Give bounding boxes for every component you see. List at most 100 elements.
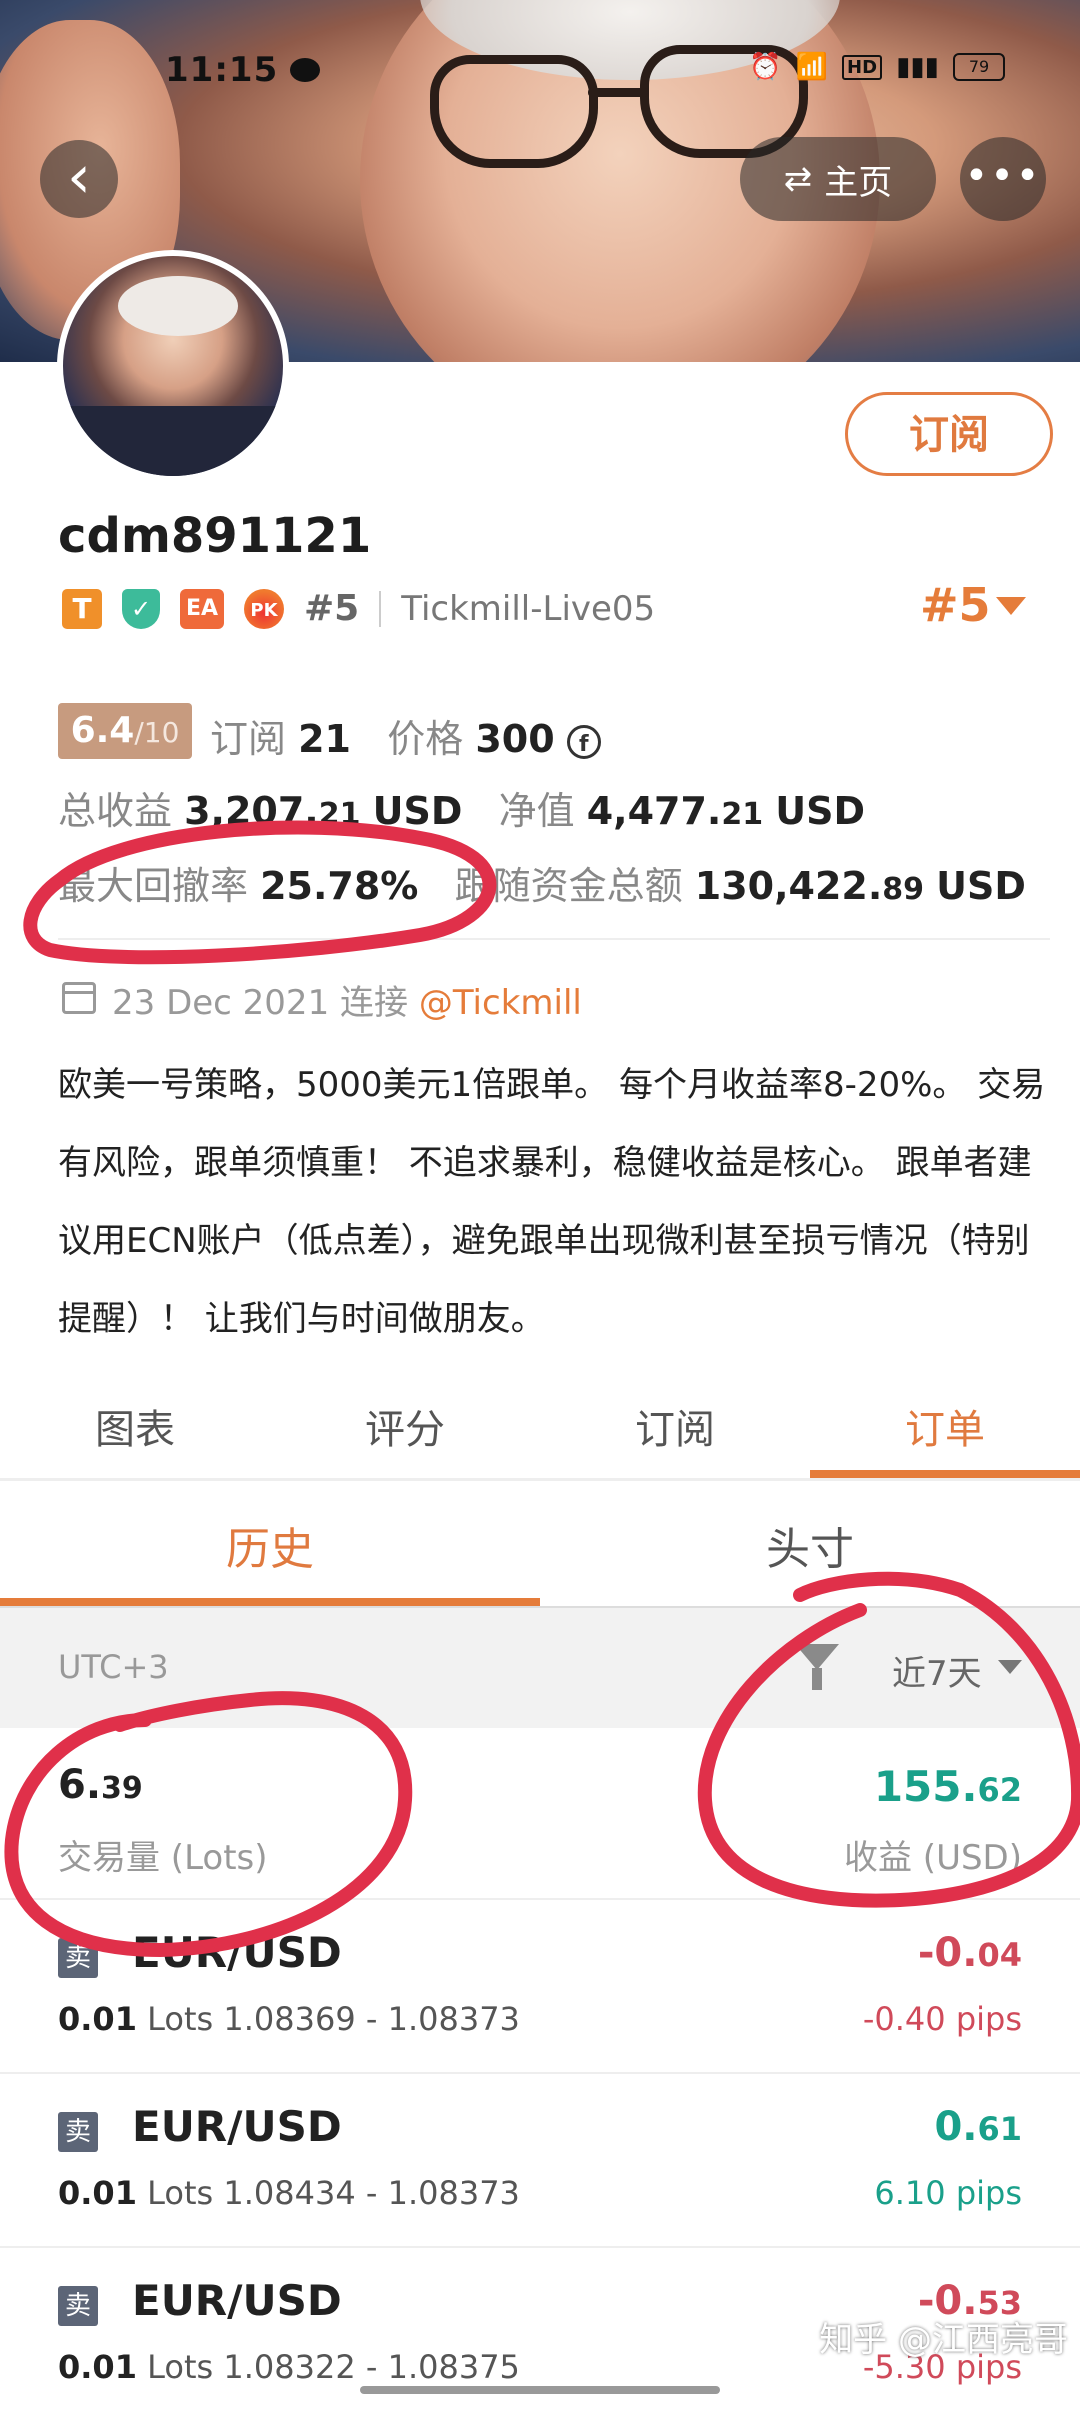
order-pair: EUR/USD (132, 2276, 342, 2325)
order-prices: 1.08322 - 1.08375 (223, 2348, 520, 2386)
order-pnl: -0.04 (918, 1930, 1022, 1976)
join-date: 23 Dec 2021 (112, 983, 330, 1023)
subtab-active-indicator (0, 1598, 540, 1606)
rank-dropdown[interactable]: #5 (920, 578, 991, 632)
order-pnl-dec: 04 (977, 1936, 1022, 1974)
back-button[interactable]: ‹ (40, 140, 118, 218)
order-lots-unit: Lots (147, 2174, 214, 2212)
tabs-border (0, 1478, 1080, 1481)
order-prices: 1.08434 - 1.08373 (223, 2174, 520, 2212)
tab-orders[interactable]: 订单 (810, 1380, 1080, 1480)
price-label: 价格 (387, 717, 464, 761)
order-row[interactable]: 卖 EUR/USD 0.01 Lots 1.08434 - 1.08373 0.… (0, 2074, 1080, 2246)
tab-active-indicator (810, 1470, 1080, 1478)
chevron-down-icon[interactable] (998, 1660, 1022, 1674)
watermark: 知乎 @江西亮哥 (819, 2320, 1068, 2360)
order-row[interactable]: 卖 EUR/USD 0.01 Lots 1.08369 - 1.08373 -0… (0, 1900, 1080, 2072)
subscribers-label: 订阅 (210, 717, 287, 761)
home-button[interactable]: ⇄ 主页 (740, 137, 936, 221)
coin-icon: f (566, 724, 601, 759)
volume-int: 6. (58, 1762, 102, 1808)
cover-glasses-bridge (588, 88, 648, 97)
battery-icon: 79 (953, 53, 1005, 81)
score-badge: 6.4/10 (58, 703, 192, 759)
strategy-description: 欧美一号策略，5000美元1倍跟单。 每个月收益率8-20%。 交易有风险，跟单… (58, 1065, 1046, 1339)
order-detail: 0.01 Lots 1.08322 - 1.08375 (58, 2348, 520, 2386)
follow-funds-currency: USD (936, 864, 1026, 908)
total-profit-label: 总收益 (58, 789, 173, 833)
total-profit-dec: 21 (318, 797, 361, 832)
order-lots: 0.01 (58, 2000, 137, 2038)
score-denominator: /10 (134, 716, 180, 749)
equity-currency: USD (775, 789, 865, 833)
order-pips: 6.10 pips (874, 2174, 1022, 2212)
subscribers-stat: 订阅 21 价格 300 f (210, 708, 601, 763)
follow-funds-dec: 89 (882, 872, 925, 907)
order-lots-unit: Lots (147, 2348, 214, 2386)
order-pnl: 0.61 (934, 2104, 1022, 2150)
volume-value: 6.39 (58, 1762, 143, 1808)
status-time: 11:15 (165, 50, 279, 90)
wechat-notification-icon (290, 58, 320, 82)
rank-small: #5 (304, 588, 360, 629)
order-subtabs: 历史 头寸 (0, 1500, 1080, 1610)
subtab-history[interactable]: 历史 (0, 1500, 540, 1600)
profit-label: 收益 (USD) (844, 1838, 1022, 1878)
order-lots: 0.01 (58, 2348, 137, 2386)
range-select[interactable]: 近7天 (892, 1646, 982, 1695)
more-button[interactable]: ••• (960, 137, 1046, 221)
order-lots-unit: Lots (147, 2000, 214, 2038)
max-drawdown-label: 最大回撤率 (58, 864, 249, 908)
max-drawdown-value: 25.78% (260, 864, 419, 908)
wifi-icon: 📶 (795, 52, 829, 82)
connect-label: 连接 (340, 983, 409, 1023)
calendar-icon (62, 982, 96, 1014)
avatar-suit (63, 406, 283, 476)
order-pips: -0.40 pips (862, 2000, 1022, 2038)
order-detail: 0.01 Lots 1.08369 - 1.08373 (58, 2000, 520, 2038)
equity-label: 净值 (498, 789, 575, 833)
subtab-positions[interactable]: 头寸 (540, 1500, 1080, 1600)
badge-row: T ✓ EA PK #5 Tickmill-Live05 (62, 588, 655, 629)
sell-tag: 卖 (58, 1938, 98, 1978)
subscribers-value: 21 (298, 717, 351, 761)
avatar[interactable] (57, 250, 289, 482)
volume-dec: 39 (101, 1771, 143, 1806)
filter-icon-stem[interactable] (812, 1668, 822, 1690)
swap-icon: ⇄ (783, 159, 813, 199)
price-value: 300 (475, 717, 555, 761)
filter-icon[interactable] (795, 1644, 839, 1670)
order-pnl-int: 0. (934, 2104, 978, 2150)
home-button-label: 主页 (824, 162, 893, 203)
order-detail: 0.01 Lots 1.08434 - 1.08373 (58, 2174, 520, 2212)
pk-flame-icon: PK (244, 588, 284, 629)
timezone-label: UTC+3 (58, 1648, 169, 1686)
order-pnl-dec: 61 (977, 2110, 1022, 2148)
main-tabs: 图表 评分 订阅 订单 (0, 1380, 1080, 1480)
alarm-icon: ⏰ (749, 52, 782, 82)
subscribe-button[interactable]: 订阅 (845, 392, 1053, 476)
caret-down-icon[interactable] (996, 597, 1026, 615)
divider (379, 590, 382, 627)
follow-funds-int: 130,422. (694, 864, 883, 908)
sell-tag: 卖 (58, 2112, 98, 2152)
follow-funds-label: 跟随资金总额 (454, 864, 683, 908)
tab-chart[interactable]: 图表 (0, 1380, 270, 1480)
equity-int: 4,477. (586, 789, 722, 833)
drawdown-funds-stat: 最大回撤率 25.78% 跟随资金总额 130,422.89 USD (58, 855, 1026, 910)
total-profit-int: 3,207. (184, 789, 319, 833)
divider (58, 938, 1050, 940)
home-indicator[interactable] (360, 2386, 720, 2394)
profit-value: 155.62 (874, 1762, 1022, 1811)
equity-dec: 21 (721, 797, 764, 832)
broker-link[interactable]: @Tickmill (419, 983, 582, 1023)
signal-icon: ▮▮▮ (896, 52, 939, 82)
tab-rating[interactable]: 评分 (270, 1380, 540, 1480)
score-value: 6.4 (70, 710, 135, 751)
ea-badge-icon: EA (180, 588, 224, 629)
tab-subscriptions[interactable]: 订阅 (540, 1380, 810, 1480)
avatar-hair (118, 276, 238, 336)
profit-equity-stat: 总收益 3,207.21 USD 净值 4,477.21 USD (58, 780, 865, 835)
username: cdm891121 (58, 508, 372, 564)
status-icons: ⏰ 📶 HD ▮▮▮ 79 (749, 52, 1005, 82)
